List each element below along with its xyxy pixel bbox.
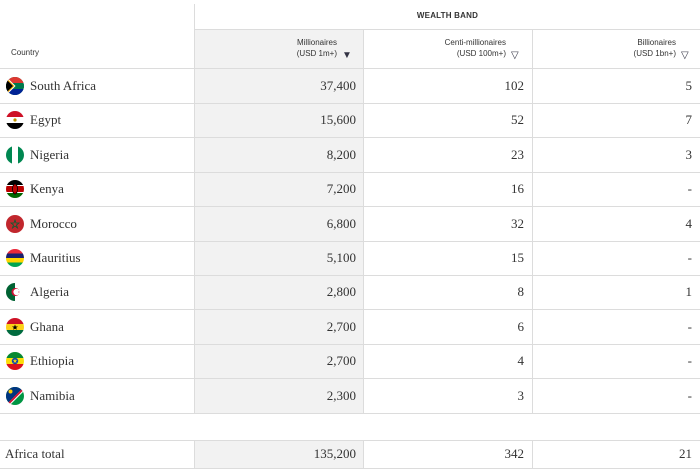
table-row: Nigeria 8,200 23 3 [0, 138, 700, 172]
table-row: Ethiopia 2,700 4 - [0, 344, 700, 378]
billionaires-value: - [687, 250, 692, 265]
billionaires-value: 1 [685, 284, 693, 300]
billionaires-value: 4 [685, 215, 693, 231]
centi-millionaires-value: 23 [511, 146, 524, 162]
country-name: Nigeria [30, 146, 69, 162]
country-name: Egypt [30, 112, 62, 128]
millionaires-value: 6,800 [326, 215, 356, 231]
millionaires-value: 2,700 [326, 353, 356, 369]
centi-millionaires-value: 6 [517, 318, 525, 334]
table-row: Algeria 2,800 8 1 [0, 275, 700, 309]
billionaires-value: - [687, 318, 692, 334]
ethiopia-flag-icon [6, 352, 24, 371]
millionaires-value: 15,600 [320, 112, 356, 128]
table-row: South Africa 37,400 102 5 [0, 69, 700, 103]
column-divider [194, 440, 195, 468]
header-line2: (USD 1bn+) [633, 49, 676, 58]
millionaires-header[interactable]: Millionaires (USD 1m+) [220, 37, 337, 59]
header-line2: (USD 100m+) [456, 49, 506, 58]
billionaires-value: - [687, 181, 692, 197]
total-billionaires: 21 [679, 446, 692, 461]
total-label: Africa total [5, 446, 65, 461]
sort-outline-icon[interactable]: ▽ [511, 50, 519, 61]
billionaires-value: - [687, 353, 692, 369]
country-name: Kenya [30, 181, 64, 197]
table-row: Egypt 15,600 52 7 [0, 103, 700, 137]
header-line1: Centi-millionaires [444, 38, 506, 47]
country-name: Mauritius [30, 250, 81, 265]
centi-millionaires-header[interactable]: Centi-millionaires (USD 100m+) [380, 37, 506, 59]
header-line1: Billionaires [637, 38, 676, 47]
total-top-divider [0, 440, 700, 441]
millionaires-value: 8,200 [326, 146, 356, 162]
country-name: South Africa [30, 78, 97, 93]
centi-millionaires-value: 16 [511, 181, 524, 197]
wealth-band-title: WEALTH BAND [416, 11, 479, 20]
column-divider [363, 440, 364, 468]
centi-millionaires-value: 8 [517, 284, 525, 300]
total-millionaires: 135,200 [313, 446, 356, 461]
ghana-flag-icon [6, 317, 24, 336]
centi-millionaires-value: 102 [504, 78, 525, 93]
millionaires-value: 5,100 [326, 250, 356, 265]
table-row: Mauritius 5,100 15 - [0, 241, 700, 275]
south-africa-flag-icon [6, 77, 24, 95]
country-name: Ethiopia [30, 353, 75, 369]
table-row: Morocco 6,800 32 4 [0, 207, 700, 241]
centi-millionaires-value: 4 [517, 353, 525, 369]
wealth-table: WEALTH BAND Country Millionaires (USD 1m… [0, 0, 700, 473]
mauritius-flag-icon [6, 249, 24, 267]
header-line2: (USD 1m+) [296, 49, 337, 58]
total-centi-millionaires: 342 [504, 446, 525, 461]
billionaires-value: 5 [685, 78, 693, 93]
country-header: Country [11, 48, 40, 57]
millionaires-value: 37,400 [320, 78, 356, 93]
centi-millionaires-value: 15 [511, 250, 524, 265]
nigeria-flag-icon [6, 145, 24, 164]
column-divider [532, 440, 533, 468]
table-row: Namibia 2,300 3 - [0, 379, 700, 413]
table-row: Kenya 7,200 16 - [0, 172, 700, 206]
sort-desc-filled-icon[interactable]: ▼ [342, 50, 352, 61]
header-line1: Millionaires [296, 38, 337, 47]
total-bottom-divider [0, 468, 700, 469]
table-row: Ghana 2,700 6 - [0, 310, 700, 344]
kenya-flag-icon [6, 180, 24, 199]
algeria-flag-icon [6, 283, 24, 302]
billionaires-header[interactable]: Billionaires (USD 1bn+) [560, 37, 676, 59]
millionaires-value: 2,300 [326, 387, 356, 403]
billionaires-value: 7 [685, 112, 693, 128]
centi-millionaires-value: 32 [511, 215, 524, 231]
country-name: Algeria [30, 284, 69, 300]
sort-outline-icon[interactable]: ▽ [681, 50, 689, 61]
millionaires-value: 7,200 [326, 181, 356, 197]
country-name: Namibia [30, 387, 75, 403]
band-divider [194, 29, 700, 30]
morocco-flag-icon [6, 214, 24, 233]
millionaires-value: 2,800 [326, 284, 356, 300]
billionaires-value: - [687, 387, 692, 403]
country-name: Ghana [30, 318, 64, 334]
centi-millionaires-value: 3 [517, 387, 525, 403]
centi-millionaires-value: 52 [511, 112, 524, 128]
namibia-flag-icon [6, 386, 24, 405]
egypt-flag-icon [6, 111, 24, 130]
millionaires-value: 2,700 [326, 318, 356, 334]
billionaires-value: 3 [685, 146, 693, 162]
row-divider [0, 413, 700, 414]
country-name: Morocco [30, 215, 77, 231]
